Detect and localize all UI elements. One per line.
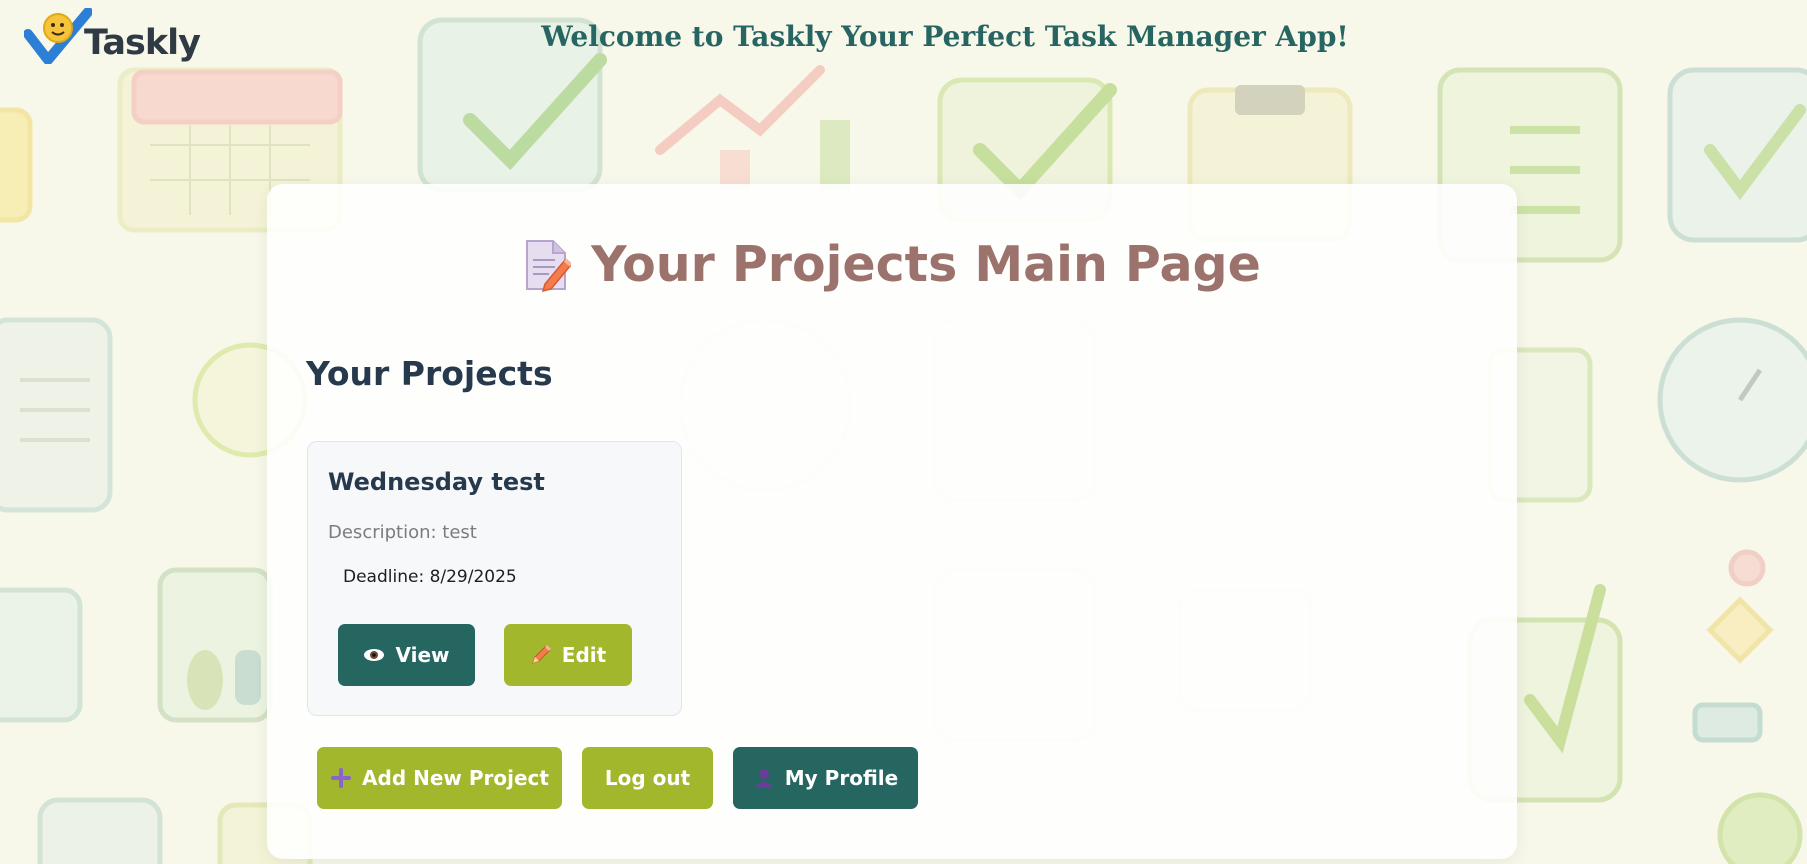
page-title-text: Your Projects Main Page: [591, 236, 1261, 293]
logout-label: Log out: [604, 766, 691, 790]
edit-project-button[interactable]: Edit: [504, 624, 632, 686]
plus-icon: [330, 767, 352, 789]
project-description: Description: test: [328, 522, 477, 543]
pencil-icon: [530, 644, 552, 666]
my-profile-button[interactable]: My Profile: [733, 747, 918, 809]
section-title: Your Projects: [306, 354, 553, 393]
user-icon: [753, 767, 775, 789]
view-label: View: [395, 643, 450, 667]
add-project-button[interactable]: Add New Project: [317, 747, 562, 809]
view-project-button[interactable]: View: [338, 624, 475, 686]
logout-button[interactable]: Log out: [582, 747, 713, 809]
add-label: Add New Project: [362, 766, 549, 790]
project-deadline: Deadline: 8/29/2025: [343, 567, 517, 587]
page-title: Your Projects Main Page: [267, 236, 1517, 293]
project-card: Wednesday test Description: test Deadlin…: [307, 441, 682, 716]
edit-label: Edit: [561, 643, 607, 667]
profile-label: My Profile: [784, 766, 899, 790]
project-name: Wednesday test: [328, 468, 545, 496]
memo-icon: [523, 238, 573, 292]
eye-icon: [363, 644, 385, 666]
main-panel: Your Projects Main Page Your Projects We…: [267, 184, 1517, 859]
welcome-banner: Welcome to Taskly Your Perfect Task Mana…: [541, 20, 1349, 53]
